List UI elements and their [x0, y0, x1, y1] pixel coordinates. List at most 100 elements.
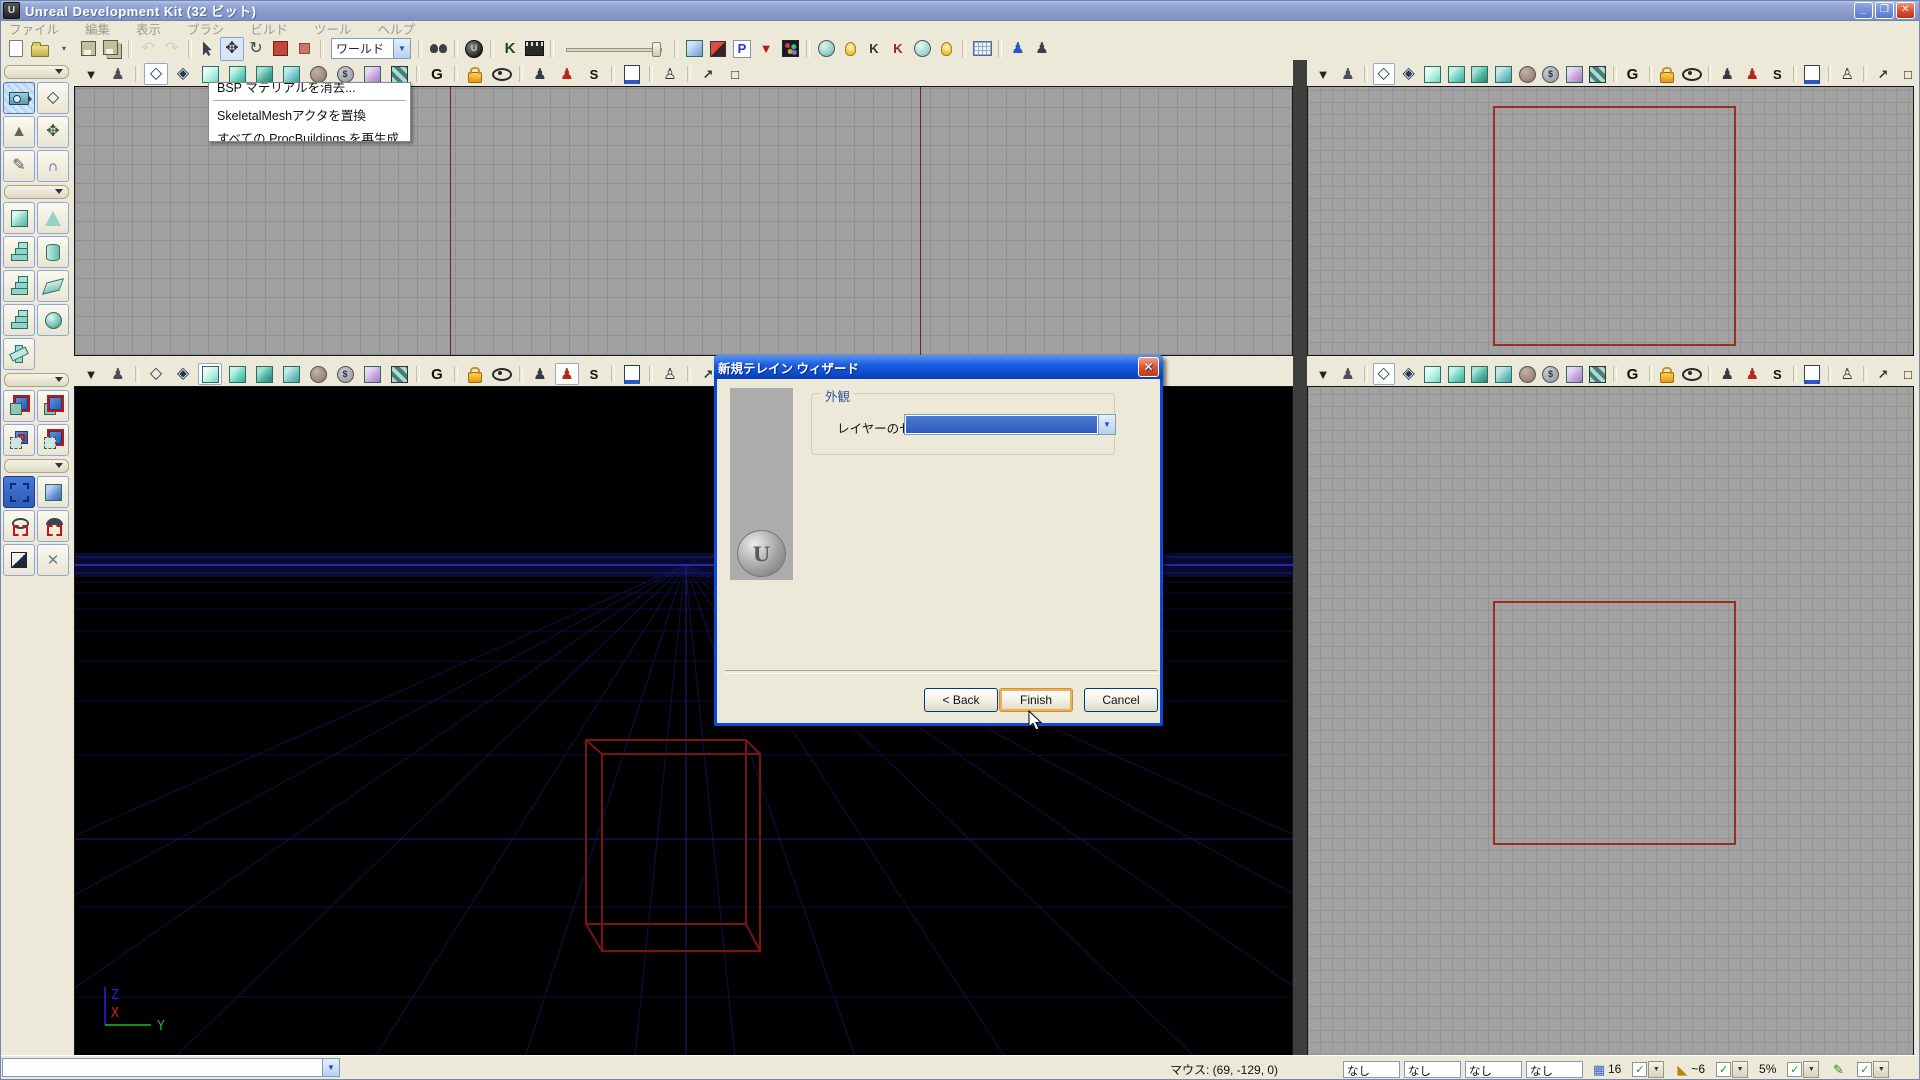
- chevron-down-icon[interactable]: ▼: [1803, 1061, 1819, 1078]
- wireframe-mode-button[interactable]: ◈: [1398, 63, 1420, 85]
- scale-tool-button[interactable]: [268, 37, 292, 61]
- drag-grid-toggle[interactable]: ✓ ▼: [1632, 1061, 1664, 1078]
- geometry-mode-button[interactable]: ∩: [37, 150, 69, 182]
- show-flags-button[interactable]: [1681, 63, 1703, 85]
- rotate-tool-button[interactable]: ↻: [244, 37, 268, 61]
- static-mesh-mode-button[interactable]: ✎: [3, 150, 35, 182]
- dialog-title-bar[interactable]: 新規テレイン ウィザード ✕: [714, 355, 1163, 379]
- chevron-down-icon[interactable]: ▼: [393, 39, 410, 58]
- player-height-button[interactable]: ♙: [1836, 363, 1858, 385]
- maximize-viewport-button[interactable]: ♟: [1337, 63, 1359, 85]
- show-flags-button[interactable]: [490, 63, 514, 85]
- chevron-down-icon[interactable]: ▼: [1098, 415, 1115, 434]
- build-paths-button[interactable]: K: [862, 37, 886, 61]
- float-viewport-button[interactable]: ↗: [1872, 63, 1894, 85]
- wireframe-mode-button[interactable]: ◈: [171, 363, 195, 385]
- texture-density-mode-button[interactable]: [1564, 63, 1585, 85]
- brush-polys-viewport-toggle[interactable]: [1802, 363, 1823, 385]
- game-mode-button[interactable]: G: [425, 363, 449, 385]
- player-height-button[interactable]: ♙: [658, 63, 682, 85]
- resize-viewport-button[interactable]: □: [723, 63, 747, 85]
- build-cover-nodes-button[interactable]: K: [886, 37, 910, 61]
- invert-selection-button[interactable]: [3, 544, 35, 576]
- menu-build[interactable]: ビルド: [250, 19, 288, 38]
- search-actors-button[interactable]: [426, 37, 450, 61]
- dialog-close-icon[interactable]: ✕: [1138, 357, 1159, 377]
- game-mode-button[interactable]: G: [1622, 63, 1644, 85]
- builder-cone-button[interactable]: [37, 202, 69, 234]
- decal-mode-button[interactable]: ▼: [754, 37, 778, 61]
- chevron-down-icon[interactable]: ▼: [1732, 1061, 1748, 1078]
- brush-wireframe-mode-button[interactable]: ◇: [1373, 63, 1395, 85]
- game-view-toggle-button[interactable]: ♟: [555, 363, 579, 385]
- save-map-button[interactable]: [76, 37, 100, 61]
- brush-wireframe-mode-button[interactable]: ◇: [144, 63, 168, 85]
- restore-button[interactable]: ❐: [1875, 2, 1894, 19]
- checkbox-checked-icon[interactable]: ✓: [1857, 1062, 1872, 1077]
- viewport-side-ortho[interactable]: [1307, 386, 1914, 1056]
- wireframe-mode-button[interactable]: ◈: [171, 63, 195, 85]
- squint-mode-button[interactable]: S: [1766, 363, 1788, 385]
- game-view-toggle-button[interactable]: ♟: [1741, 363, 1763, 385]
- detail-lighting-mode-button[interactable]: [1470, 363, 1491, 385]
- toolgroup-primitives-header[interactable]: [4, 185, 69, 199]
- float-viewport-button[interactable]: ↗: [696, 63, 720, 85]
- checkbox-checked-icon[interactable]: ✓: [1716, 1062, 1731, 1077]
- maximize-viewport-button[interactable]: ♟: [106, 363, 130, 385]
- scale-grid-toggle[interactable]: ✓ ▼: [1787, 1061, 1819, 1078]
- texture-dependency-mode-button[interactable]: [1587, 363, 1608, 385]
- prefab-lock-toggle[interactable]: [706, 37, 730, 61]
- builder-volumetric-button[interactable]: [3, 338, 35, 370]
- menu-file[interactable]: ファイル: [9, 19, 59, 38]
- squint-mode-button[interactable]: S: [582, 63, 606, 85]
- brush-polys-toggle[interactable]: [682, 37, 706, 61]
- show-flags-button[interactable]: [490, 363, 514, 385]
- unlit-mode-button[interactable]: [1423, 63, 1444, 85]
- lock-viewport-button[interactable]: [1657, 63, 1678, 85]
- csg-add-button[interactable]: [3, 390, 35, 422]
- game-mode-button[interactable]: G: [1622, 363, 1644, 385]
- build-options-button[interactable]: [934, 37, 958, 61]
- squint-mode-button[interactable]: S: [1766, 63, 1788, 85]
- menu-view[interactable]: 表示: [136, 19, 161, 38]
- lighting-only-mode-button[interactable]: [1493, 363, 1514, 385]
- autosave-toggle[interactable]: ✓ ▼: [1857, 1061, 1889, 1078]
- play-in-editor-button[interactable]: ♟: [1006, 37, 1030, 61]
- open-dropdown-button[interactable]: ▾: [52, 37, 76, 61]
- finish-button[interactable]: Finish: [999, 688, 1073, 712]
- viewport-options-chevron[interactable]: ▼: [1312, 363, 1334, 385]
- realtime-toggle-button[interactable]: ♟: [528, 63, 552, 85]
- scale-nonuniform-button[interactable]: [292, 37, 316, 61]
- builder-sphere-button[interactable]: [37, 304, 69, 336]
- fullscreen-button[interactable]: U: [462, 37, 486, 61]
- texture-dependency-mode-button[interactable]: [1587, 63, 1608, 85]
- build-geometry-button[interactable]: [814, 37, 838, 61]
- texture-density-mode-button[interactable]: [1564, 363, 1585, 385]
- matinee-button[interactable]: [522, 37, 546, 61]
- menu-brush[interactable]: ブラシ: [187, 19, 224, 38]
- menu-tools[interactable]: ツール: [314, 19, 352, 38]
- chevron-down-icon[interactable]: ▼: [1648, 1061, 1664, 1078]
- open-map-button[interactable]: [28, 37, 52, 61]
- far-plane-slider[interactable]: [566, 40, 662, 58]
- viewport-options-chevron[interactable]: ▼: [79, 363, 103, 385]
- context-menu-item[interactable]: すべての ProcBuildings を再生成: [209, 126, 410, 142]
- snap-none-box[interactable]: なし: [1343, 1061, 1400, 1078]
- viewport-options-chevron[interactable]: ▼: [79, 63, 103, 85]
- maximize-viewport-button[interactable]: ♟: [1337, 363, 1359, 385]
- brush-solid-button[interactable]: [37, 476, 69, 508]
- kismet-button[interactable]: K: [498, 37, 522, 61]
- realtime-toggle-button[interactable]: ♟: [1716, 363, 1738, 385]
- realtime-toggle-button[interactable]: ♟: [1716, 63, 1738, 85]
- show-selected-only-button[interactable]: [3, 510, 35, 542]
- builder-curved-staircase-button[interactable]: [3, 236, 35, 268]
- builder-sheet-button[interactable]: [37, 270, 69, 302]
- build-all-button[interactable]: [910, 37, 934, 61]
- undo-button[interactable]: ↶: [136, 37, 160, 61]
- publish-button[interactable]: P: [730, 37, 754, 61]
- save-all-button[interactable]: [100, 37, 124, 61]
- csg-intersect-button[interactable]: [3, 424, 35, 456]
- translate-tool-button[interactable]: ✥: [220, 37, 244, 61]
- new-map-button[interactable]: [4, 37, 28, 61]
- player-height-button[interactable]: ♙: [658, 363, 682, 385]
